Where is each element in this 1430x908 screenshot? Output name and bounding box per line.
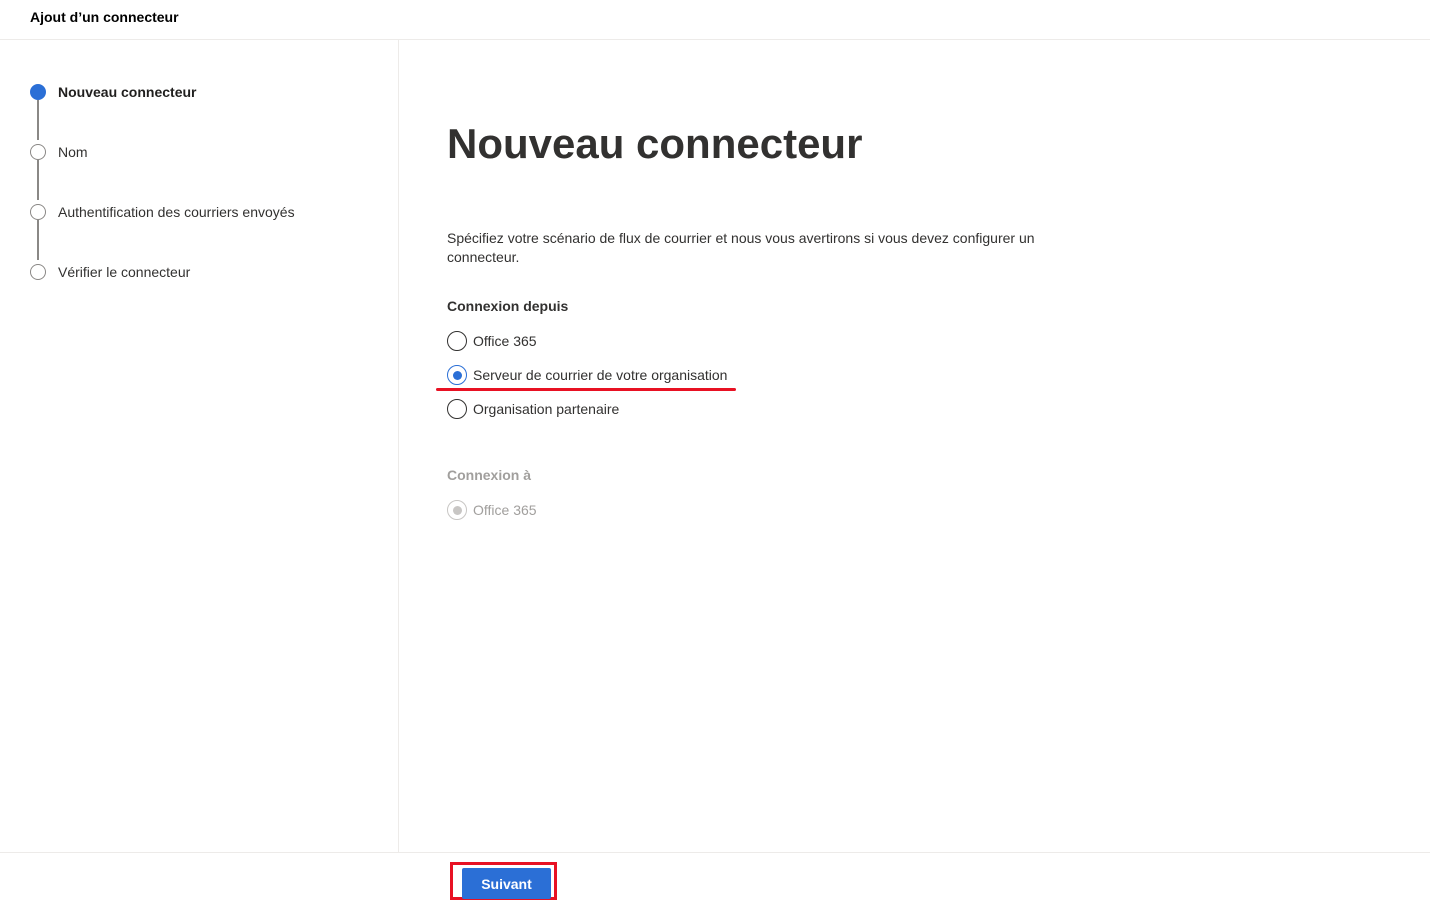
wizard-steps: Nouveau connecteur Nom Authentification …: [0, 40, 399, 852]
radio-label: Office 365: [473, 333, 537, 349]
step-label: Vérifier le connecteur: [58, 264, 191, 280]
step-pending-icon: [30, 264, 46, 280]
step-connector-line: [37, 100, 39, 140]
to-section-label: Connexion à: [447, 467, 532, 483]
page-title: Nouveau connecteur: [447, 120, 863, 167]
main-content: Nouveau connecteur Spécifiez votre scéna…: [400, 40, 1430, 852]
description-text: Spécifiez votre scénario de flux de cour…: [447, 230, 1035, 265]
step-connector-line: [37, 160, 39, 200]
radio-checked-disabled-icon: [447, 500, 467, 520]
radio-unchecked-icon: [447, 331, 467, 351]
step-label: Authentification des courriers envoyés: [58, 204, 295, 220]
radio-label: Serveur de courrier de votre organisatio…: [473, 367, 728, 383]
step-current-icon: [30, 84, 46, 100]
next-button[interactable]: Suivant: [462, 868, 551, 899]
step-connector-line: [37, 220, 39, 260]
radio-checked-icon: [447, 365, 467, 385]
panel-footer: [0, 852, 1430, 908]
step-pending-icon: [30, 144, 46, 160]
radio-label: Office 365: [473, 502, 537, 518]
panel-header: Ajout d’un connecteur: [0, 0, 1430, 40]
radio-label: Organisation partenaire: [473, 401, 620, 417]
radio-unchecked-icon: [447, 399, 467, 419]
panel-title: Ajout d’un connecteur: [30, 9, 179, 25]
step-label: Nouveau connecteur: [58, 84, 197, 100]
step-label: Nom: [58, 144, 88, 160]
annotation-underline: [436, 388, 736, 391]
from-section-label: Connexion depuis: [447, 298, 569, 314]
step-pending-icon: [30, 204, 46, 220]
